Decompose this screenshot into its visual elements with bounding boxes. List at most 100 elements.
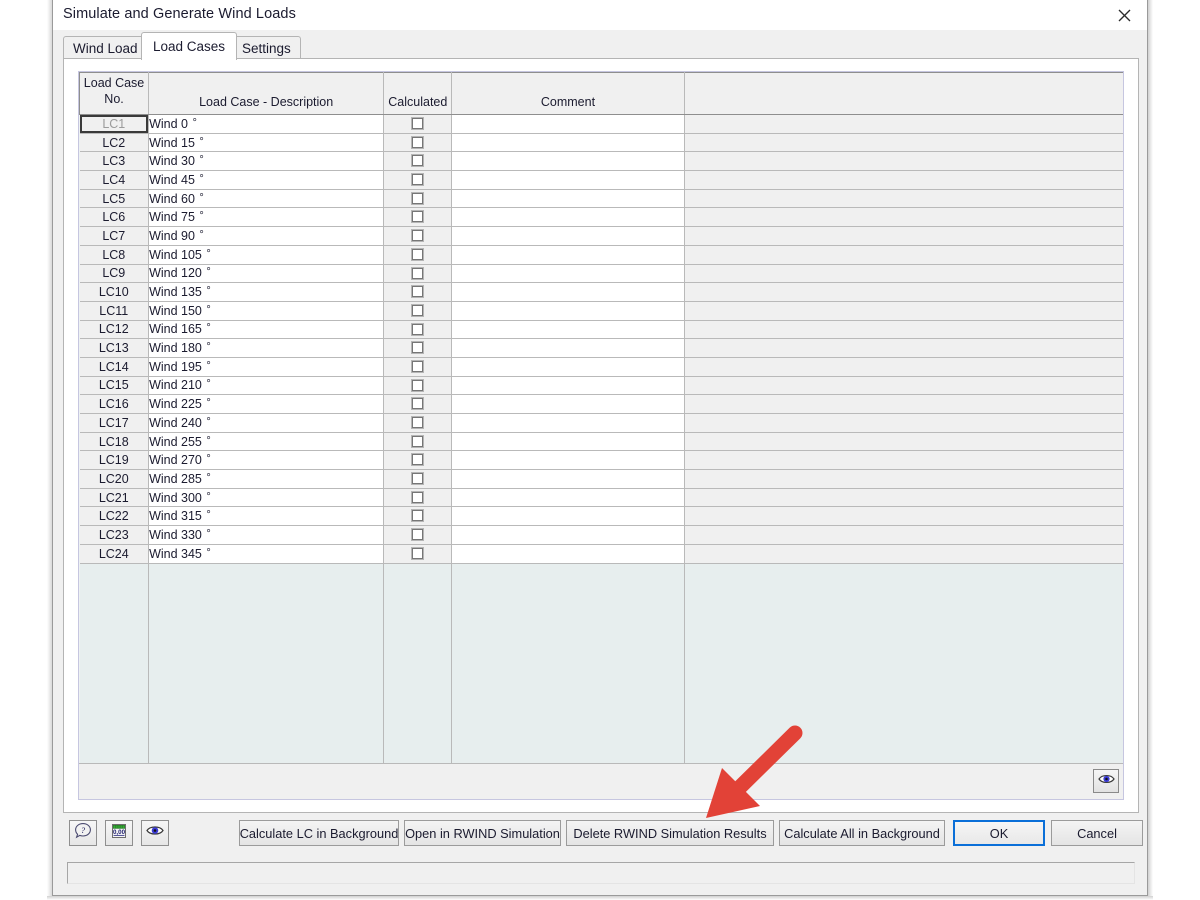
calculated-checkbox[interactable] (412, 118, 423, 129)
cell-description[interactable]: Wind 90 ° (149, 227, 384, 246)
table-row[interactable]: LC1Wind 0 ° (80, 115, 1125, 134)
table-row[interactable]: LC20Wind 285 ° (80, 470, 1125, 489)
cell-load-case-no[interactable]: LC15 (80, 376, 149, 395)
calculated-checkbox[interactable] (412, 268, 423, 279)
close-button[interactable] (1101, 0, 1147, 30)
cell-calculated[interactable] (384, 264, 452, 283)
cell-description[interactable]: Wind 240 ° (149, 414, 384, 433)
cell-description[interactable]: Wind 75 ° (149, 208, 384, 227)
cell-extra[interactable] (684, 115, 1124, 134)
cell-load-case-no[interactable]: LC5 (80, 189, 149, 208)
tab-load-cases[interactable]: Load Cases (141, 32, 237, 60)
cell-comment[interactable] (452, 264, 684, 283)
cell-description[interactable]: Wind 105 ° (149, 245, 384, 264)
calculated-checkbox[interactable] (412, 473, 423, 484)
calculated-checkbox[interactable] (412, 193, 423, 204)
cell-comment[interactable] (452, 414, 684, 433)
cell-calculated[interactable] (384, 339, 452, 358)
cell-extra[interactable] (684, 171, 1124, 190)
table-row[interactable]: LC3Wind 30 ° (80, 152, 1125, 171)
cell-comment[interactable] (452, 301, 684, 320)
cell-calculated[interactable] (384, 115, 452, 134)
cell-extra[interactable] (684, 301, 1124, 320)
col-header-calculated[interactable]: Calculated (384, 73, 452, 115)
cell-load-case-no[interactable]: LC22 (80, 507, 149, 526)
cell-load-case-no[interactable]: LC21 (80, 488, 149, 507)
cell-description[interactable]: Wind 195 ° (149, 357, 384, 376)
cell-description[interactable]: Wind 330 ° (149, 526, 384, 545)
cell-description[interactable]: Wind 270 ° (149, 451, 384, 470)
table-row[interactable]: LC12Wind 165 ° (80, 320, 1125, 339)
calculated-checkbox[interactable] (412, 155, 423, 166)
cell-calculated[interactable] (384, 470, 452, 489)
cell-extra[interactable] (684, 488, 1124, 507)
table-row[interactable]: LC5Wind 60 ° (80, 189, 1125, 208)
tab-settings[interactable]: Settings (232, 36, 301, 59)
table-view-eye-button[interactable] (1093, 769, 1119, 793)
table-row[interactable]: LC19Wind 270 ° (80, 451, 1125, 470)
cell-description[interactable]: Wind 60 ° (149, 189, 384, 208)
table-row[interactable]: LC11Wind 150 ° (80, 301, 1125, 320)
cell-description[interactable]: Wind 210 ° (149, 376, 384, 395)
calculated-checkbox[interactable] (412, 436, 423, 447)
cell-description[interactable]: Wind 345 ° (149, 544, 384, 563)
cell-calculated[interactable] (384, 320, 452, 339)
col-header-extra[interactable] (684, 73, 1124, 115)
cell-comment[interactable] (452, 320, 684, 339)
cell-load-case-no[interactable]: LC1 (80, 115, 149, 134)
cell-description[interactable]: Wind 30 ° (149, 152, 384, 171)
cell-extra[interactable] (684, 133, 1124, 152)
cell-calculated[interactable] (384, 395, 452, 414)
col-header-description[interactable]: Load Case - Description (149, 73, 384, 115)
cell-comment[interactable] (452, 376, 684, 395)
cell-load-case-no[interactable]: LC6 (80, 208, 149, 227)
cell-load-case-no[interactable]: LC3 (80, 152, 149, 171)
cell-calculated[interactable] (384, 488, 452, 507)
cell-description[interactable]: Wind 315 ° (149, 507, 384, 526)
cell-description[interactable]: Wind 225 ° (149, 395, 384, 414)
cell-comment[interactable] (452, 339, 684, 358)
table-row[interactable]: LC18Wind 255 ° (80, 432, 1125, 451)
table-row[interactable]: LC22Wind 315 ° (80, 507, 1125, 526)
cell-extra[interactable] (684, 376, 1124, 395)
cell-description[interactable]: Wind 285 ° (149, 470, 384, 489)
cell-extra[interactable] (684, 152, 1124, 171)
table-row[interactable]: LC21Wind 300 ° (80, 488, 1125, 507)
cell-comment[interactable] (452, 488, 684, 507)
delete-rwind-simulation-results-button[interactable]: Delete RWIND Simulation Results (566, 820, 774, 846)
cell-comment[interactable] (452, 432, 684, 451)
cell-extra[interactable] (684, 264, 1124, 283)
cell-description[interactable]: Wind 15 ° (149, 133, 384, 152)
cell-load-case-no[interactable]: LC12 (80, 320, 149, 339)
calculated-checkbox[interactable] (412, 492, 423, 503)
cell-extra[interactable] (684, 544, 1124, 563)
table-row[interactable]: LC24Wind 345 ° (80, 544, 1125, 563)
calculated-checkbox[interactable] (412, 529, 423, 540)
table-row[interactable]: LC6Wind 75 ° (80, 208, 1125, 227)
table-row[interactable]: LC16Wind 225 ° (80, 395, 1125, 414)
cell-description[interactable]: Wind 180 ° (149, 339, 384, 358)
table-row[interactable]: LC2Wind 15 ° (80, 133, 1125, 152)
cell-calculated[interactable] (384, 189, 452, 208)
cell-calculated[interactable] (384, 227, 452, 246)
cell-comment[interactable] (452, 115, 684, 134)
cell-description[interactable]: Wind 135 ° (149, 283, 384, 302)
table-row[interactable]: LC15Wind 210 ° (80, 376, 1125, 395)
cell-calculated[interactable] (384, 544, 452, 563)
table-row[interactable]: LC7Wind 90 ° (80, 227, 1125, 246)
cell-extra[interactable] (684, 470, 1124, 489)
calculated-checkbox[interactable] (412, 398, 423, 409)
calculated-checkbox[interactable] (412, 417, 423, 428)
cell-calculated[interactable] (384, 283, 452, 302)
col-header-comment[interactable]: Comment (452, 73, 684, 115)
cell-calculated[interactable] (384, 376, 452, 395)
units-button[interactable]: 0,00 (105, 820, 133, 846)
table-row[interactable]: LC4Wind 45 ° (80, 171, 1125, 190)
cancel-button[interactable]: Cancel (1051, 820, 1143, 846)
cell-load-case-no[interactable]: LC23 (80, 526, 149, 545)
cell-comment[interactable] (452, 470, 684, 489)
cell-calculated[interactable] (384, 414, 452, 433)
cell-comment[interactable] (452, 507, 684, 526)
cell-load-case-no[interactable]: LC8 (80, 245, 149, 264)
cell-description[interactable]: Wind 0 ° (149, 115, 384, 134)
